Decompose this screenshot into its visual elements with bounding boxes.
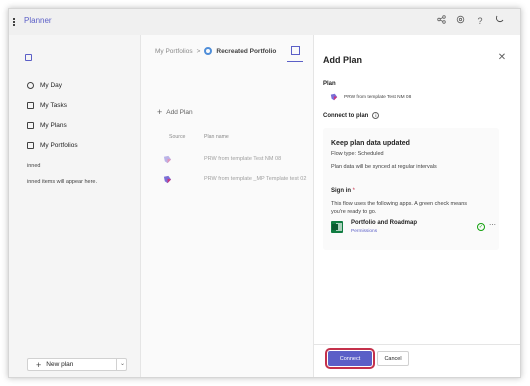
- add-plan-label: Add Plan: [166, 108, 193, 116]
- pinned-empty-text: inned items will appear here.: [27, 179, 98, 185]
- plus-icon: +: [157, 107, 163, 117]
- required-mark: *: [352, 188, 356, 194]
- new-plan-label: New plan: [46, 361, 74, 368]
- breadcrumb-parent[interactable]: My Portfolios: [155, 48, 193, 55]
- selected-plan-name: PRW from template Test NM 08: [344, 94, 412, 100]
- sign-in-heading: Sign in *: [331, 188, 355, 194]
- connect-button[interactable]: Connect: [325, 348, 375, 369]
- plans-icon: [27, 121, 34, 129]
- chevron-down-icon[interactable]: ⌄: [120, 359, 125, 370]
- help-icon[interactable]: ?: [474, 15, 486, 27]
- plus-icon: +: [36, 359, 42, 370]
- sidebar-item-label: My Portfolios: [40, 141, 78, 149]
- column-header-plan-name: Plan name: [204, 134, 229, 140]
- connection-row: Portfolio and Roadmap Permissions ✓ ⋯: [331, 220, 496, 238]
- feedback-icon[interactable]: [493, 15, 505, 27]
- permissions-link[interactable]: Permissions: [351, 229, 377, 234]
- top-bar: Planner ?: [9, 9, 520, 35]
- collapse-sidebar-icon[interactable]: [25, 54, 32, 61]
- flow-type-text: Flow type: Scheduled: [331, 151, 384, 157]
- excel-icon: [331, 221, 343, 233]
- add-plan-panel: Add Plan ✕ Plan PRW from template Test N…: [313, 35, 520, 377]
- selected-plan: PRW from template Test NM 08: [330, 93, 411, 101]
- connect-to-plan-heading: Connect to plan i: [323, 112, 380, 119]
- table-row[interactable]: PRW from template _MP Template test 02: [141, 172, 313, 188]
- app-title[interactable]: Planner: [24, 16, 52, 25]
- apps-text-line-1: This flow uses the following apps. A gre…: [331, 201, 468, 207]
- sidebar-item-my-day[interactable]: My Day: [27, 79, 62, 91]
- tasks-icon: [27, 101, 34, 109]
- footer-divider: [314, 344, 520, 345]
- app-launcher-icon[interactable]: [13, 18, 16, 26]
- portfolio-main: My Portfolios > Recreated Portfolio + Ad…: [141, 35, 313, 377]
- breadcrumb: My Portfolios > Recreated Portfolio: [155, 47, 276, 55]
- planner-icon: [163, 175, 172, 184]
- connect-to-plan-label: Connect to plan: [323, 112, 369, 119]
- more-options-icon[interactable]: ⋯: [489, 221, 496, 229]
- app-window: Planner ? My Day My Tasks My Plans My Po…: [8, 8, 521, 378]
- planner-icon: [330, 93, 338, 101]
- sidebar-item-label: My Plans: [40, 121, 67, 129]
- active-view-indicator: [287, 61, 303, 62]
- check-circle-icon: ✓: [477, 223, 485, 231]
- card-title: Keep plan data updated: [331, 140, 410, 147]
- portfolio-icon: [27, 141, 34, 149]
- cancel-button[interactable]: Cancel: [377, 351, 409, 366]
- new-plan-button[interactable]: + New plan ⌄: [27, 358, 127, 371]
- panel-title: Add Plan: [323, 55, 363, 65]
- sidebar-item-my-portfolios[interactable]: My Portfolios: [27, 139, 78, 151]
- plan-name-cell: PRW from template _MP Template test 02: [204, 176, 307, 182]
- share-icon[interactable]: [435, 15, 447, 27]
- plan-name-cell: PRW from template Test NM 08: [204, 156, 282, 162]
- breadcrumb-separator: >: [196, 47, 201, 55]
- left-sidebar: My Day My Tasks My Plans My Portfolios i…: [9, 35, 141, 377]
- sync-text: Plan data will be synced at regular inte…: [331, 164, 437, 170]
- close-icon[interactable]: ✕: [497, 53, 507, 63]
- apps-text-line-2: you're ready to go.: [331, 209, 377, 215]
- settings-icon[interactable]: [454, 15, 466, 27]
- add-plan-button[interactable]: + Add Plan: [157, 107, 193, 117]
- column-header-source: Source: [169, 134, 186, 140]
- sidebar-item-my-tasks[interactable]: My Tasks: [27, 99, 67, 111]
- sign-in-label: Sign in: [331, 188, 351, 194]
- flow-card: Keep plan data updated Flow type: Schedu…: [323, 128, 499, 250]
- breadcrumb-current: Recreated Portfolio: [216, 47, 277, 55]
- connection-name: Portfolio and Roadmap: [351, 220, 417, 226]
- plan-label: Plan: [323, 81, 336, 87]
- table-row[interactable]: PRW from template Test NM 08: [141, 152, 313, 168]
- portfolio-icon: [204, 47, 213, 55]
- sun-icon: [27, 81, 34, 89]
- planner-icon: [163, 155, 172, 164]
- sidebar-item-my-plans[interactable]: My Plans: [27, 119, 67, 131]
- pinned-heading: inned: [27, 163, 41, 169]
- sidebar-item-label: My Tasks: [40, 101, 67, 109]
- sidebar-item-label: My Day: [40, 81, 63, 89]
- divider: [116, 359, 117, 370]
- grid-view-icon[interactable]: [291, 46, 300, 55]
- info-icon[interactable]: i: [372, 112, 380, 119]
